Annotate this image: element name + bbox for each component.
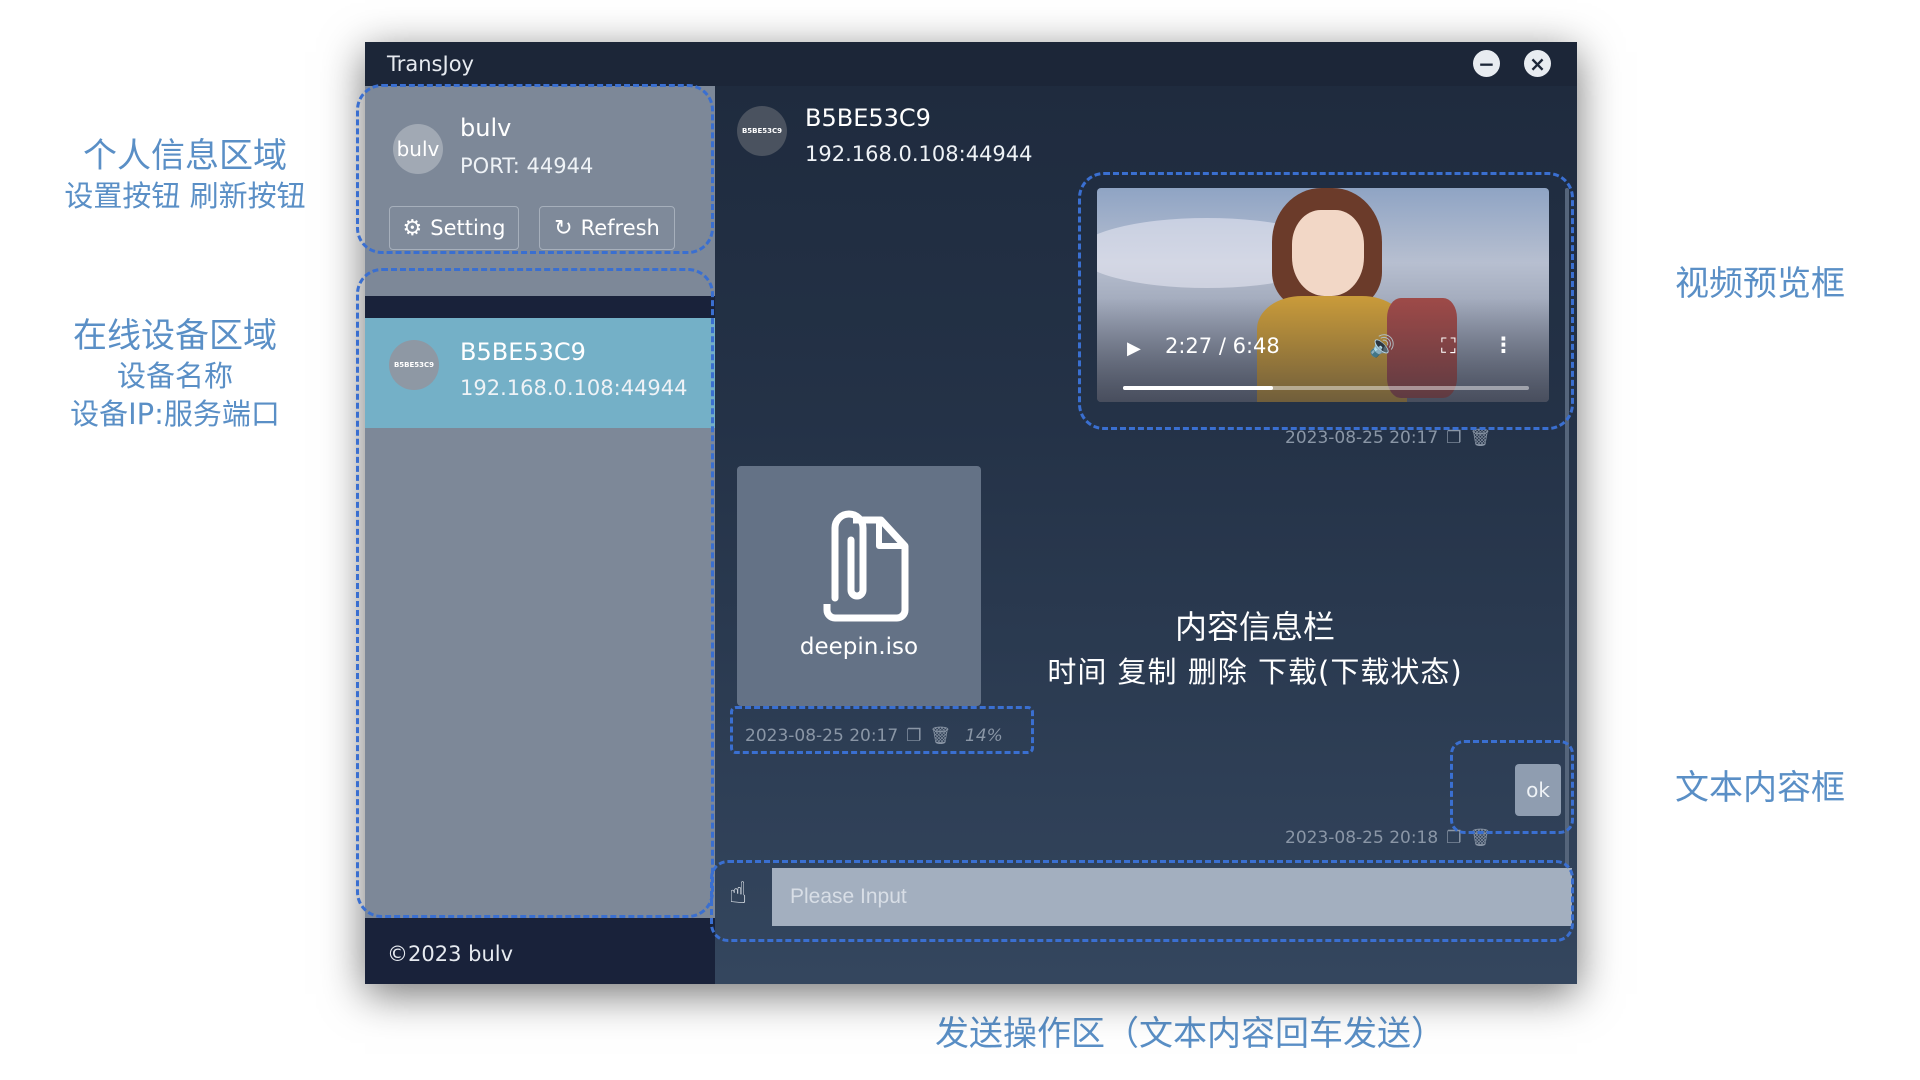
refresh-button[interactable]: ↻ Refresh	[539, 206, 675, 250]
video-time: 2:27 / 6:48	[1165, 334, 1280, 358]
copy-icon[interactable]: ❐	[1446, 828, 1461, 848]
annotation-device-ip: 设备IP:服务端口	[70, 396, 280, 431]
message-input[interactable]	[772, 868, 1572, 926]
chat-scrollbar[interactable]	[1565, 188, 1569, 868]
trash-icon[interactable]: 🗑	[1469, 428, 1491, 448]
trash-icon[interactable]: 🗑	[1469, 828, 1491, 848]
profile-name: bulv	[460, 114, 512, 142]
setting-label: Setting	[430, 216, 506, 240]
copy-icon[interactable]: ❐	[1446, 428, 1461, 448]
copy-icon[interactable]: ❐	[906, 726, 921, 746]
text-message[interactable]: ok	[1515, 764, 1561, 816]
video-progress-bar[interactable]	[1123, 386, 1529, 390]
volume-icon[interactable]: 🔊	[1369, 334, 1395, 359]
download-progress: 14%	[965, 726, 1003, 746]
annotation-profile-buttons: 设置按钮 刷新按钮	[64, 179, 306, 214]
more-options-icon[interactable]: ⋮	[1493, 333, 1514, 357]
device-item[interactable]: B5BE53C9 B5BE53C9 192.168.0.108:44944	[365, 318, 715, 428]
avatar: bulv	[393, 124, 443, 174]
send-area: ☝	[717, 868, 1577, 980]
peer-name: B5BE53C9	[805, 104, 931, 132]
gear-icon: ⚙	[402, 215, 423, 241]
peer-avatar: B5BE53C9	[737, 106, 787, 156]
video-timestamp: 2023-08-25 20:17	[1285, 428, 1439, 448]
annotation-profile-area: 个人信息区域 设置按钮 刷新按钮	[40, 134, 330, 216]
annotation-content-items: 时间 复制 删除 下载(下载状态)	[1047, 655, 1463, 690]
device-name: B5BE53C9	[460, 338, 586, 366]
setting-button[interactable]: ⚙ Setting	[389, 206, 519, 250]
annotation-online-devices: 在线设备区域 设备名称 设备IP:服务端口	[40, 314, 310, 434]
minimize-icon[interactable]: −	[1473, 50, 1500, 77]
profile-panel: bulv bulv PORT: 44944 ⚙ Setting ↻ Refres…	[365, 86, 715, 296]
annotation-device-name: 设备名称	[116, 359, 233, 394]
video-frame-face	[1292, 210, 1364, 296]
refresh-label: Refresh	[580, 216, 660, 240]
device-avatar: B5BE53C9	[389, 340, 439, 390]
annotation-video-title: 视频预览框	[1675, 264, 1845, 304]
profile-port: PORT: 44944	[460, 154, 594, 178]
close-icon[interactable]: ×	[1524, 50, 1551, 77]
video-preview[interactable]: ▶ 2:27 / 6:48 🔊 ⛶ ⋮	[1097, 188, 1549, 402]
annotation-text-box-title: 文本内容框	[1675, 768, 1845, 808]
annotation-profile-title: 个人信息区域	[83, 136, 287, 176]
device-ip: 192.168.0.108:44944	[460, 376, 688, 400]
hand-pointer-icon[interactable]: ☝	[729, 876, 747, 911]
file-meta: 2023-08-25 20:17 ❐ 🗑 14%	[745, 726, 1003, 746]
annotation-content-title: 内容信息栏	[1174, 608, 1335, 646]
annotation-video-preview: 视频预览框	[1640, 262, 1880, 306]
app-title: TransJoy	[387, 52, 474, 76]
video-meta: 2023-08-25 20:17 ❐ 🗑	[1285, 428, 1491, 448]
file-name: deepin.iso	[799, 634, 919, 660]
peer-ip: 192.168.0.108:44944	[805, 142, 1033, 166]
text-timestamp: 2023-08-25 20:18	[1285, 828, 1439, 848]
annotation-content-info: 内容信息栏 时间 复制 删除 下载(下载状态)	[985, 606, 1525, 691]
fullscreen-icon[interactable]: ⛶	[1441, 334, 1456, 359]
app-window: TransJoy − × bulv bulv PORT: 44944 ⚙ Set…	[365, 42, 1577, 984]
video-progress-fill	[1123, 386, 1274, 390]
file-card[interactable]: deepin.iso	[737, 466, 981, 706]
file-timestamp: 2023-08-25 20:17	[745, 726, 899, 746]
text-meta: 2023-08-25 20:18 ❐ 🗑	[1285, 828, 1491, 848]
copyright: ©2023 bulv	[387, 942, 514, 966]
annotation-online-title: 在线设备区域	[73, 316, 277, 356]
title-bar: TransJoy − ×	[365, 42, 1577, 86]
text-message-content: ok	[1526, 778, 1550, 802]
trash-icon[interactable]: 🗑	[929, 726, 951, 746]
annotation-send-title: 发送操作区（文本内容回车发送）	[935, 1014, 1445, 1054]
play-icon[interactable]: ▶	[1127, 338, 1141, 359]
annotation-text-box: 文本内容框	[1640, 766, 1880, 810]
sidebar: bulv bulv PORT: 44944 ⚙ Setting ↻ Refres…	[365, 86, 715, 984]
file-attachment-icon	[823, 510, 909, 622]
annotation-send-area: 发送操作区（文本内容回车发送）	[860, 1012, 1520, 1056]
refresh-icon: ↻	[554, 215, 573, 241]
device-list: B5BE53C9 B5BE53C9 192.168.0.108:44944	[365, 318, 715, 918]
